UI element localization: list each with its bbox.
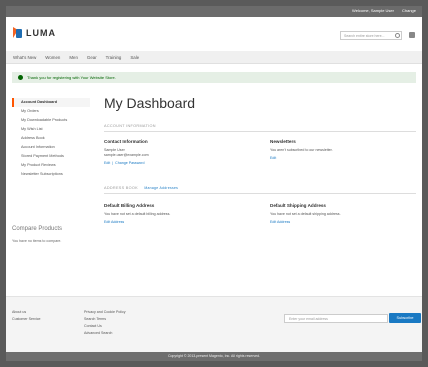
footer-link-about[interactable]: About us (12, 309, 41, 316)
subscribe-button[interactable]: Subscribe (389, 313, 421, 323)
footer-link-advanced-search[interactable]: Advanced Search (84, 330, 126, 337)
footer-col-2: Privacy and Cookie Policy Search Terms C… (84, 309, 126, 337)
account-sidebar: Account Dashboard My Orders My Downloada… (12, 98, 90, 179)
nav-item-men[interactable]: Men (69, 55, 78, 60)
newsletters-edit-link[interactable]: Edit (270, 156, 276, 160)
nav-item-gear[interactable]: Gear (87, 55, 97, 60)
manage-addresses-link[interactable]: Manage Addresses (144, 186, 178, 190)
account-info-heading: Account Information (104, 124, 416, 132)
footer-link-customer-service[interactable]: Customer Service (12, 316, 41, 323)
shipping-edit-address-link[interactable]: Edit Address (270, 220, 290, 224)
main-nav: What's New Women Men Gear Training Sale (6, 51, 422, 64)
change-password-link[interactable]: Change Password (115, 161, 144, 165)
edit-contact-link[interactable]: Edit (104, 161, 110, 165)
footer-link-privacy[interactable]: Privacy and Cookie Policy (84, 309, 126, 316)
sidebar-item-account-information[interactable]: Account Information (12, 143, 90, 152)
header: LUMA Search entire store here... (6, 17, 422, 51)
billing-edit-address-link[interactable]: Edit Address (104, 220, 124, 224)
billing-address-title: Default Billing Address (104, 203, 155, 208)
newsletter-email-input[interactable]: Enter your email address (284, 314, 388, 323)
sidebar-item-payment-methods[interactable]: Stored Payment Methods (12, 152, 90, 161)
success-message: Thank you for registering with Your Webs… (12, 72, 416, 83)
nav-item-sale[interactable]: Sale (130, 55, 139, 60)
cart-icon[interactable] (409, 32, 415, 38)
search-input[interactable]: Search entire store here... (340, 31, 402, 40)
copyright-bar: Copyright © 2013-present Magento, Inc. A… (6, 352, 422, 361)
contact-edit-links: Edit | Change Password (104, 161, 145, 165)
contact-email: sample.user@example.com (104, 153, 149, 157)
footer-link-search-terms[interactable]: Search Terms (84, 316, 126, 323)
footer: About us Customer Service Privacy and Co… (6, 296, 422, 352)
shipping-address-text: You have not set a default shipping addr… (270, 212, 341, 216)
sidebar-item-account-dashboard[interactable]: Account Dashboard (12, 98, 90, 107)
contact-info-details: Sample User sample.user@example.com (104, 148, 149, 158)
newsletters-text: You aren't subscribed to our newsletter. (270, 148, 333, 152)
sidebar-item-my-orders[interactable]: My Orders (12, 107, 90, 116)
sidebar-item-newsletter[interactable]: Newsletter Subscriptions (12, 170, 90, 179)
sidebar-item-downloadable-products[interactable]: My Downloadable Products (12, 116, 90, 125)
success-text: Thank you for registering with Your Webs… (27, 75, 116, 80)
sidebar-item-wish-list[interactable]: My Wish List (12, 125, 90, 134)
top-links: Welcome, Sample User Change (352, 8, 416, 13)
billing-address-text: You have not set a default billing addre… (104, 212, 171, 216)
page-title: My Dashboard (104, 95, 196, 111)
account-info-heading-text: Account Information (104, 124, 156, 128)
sidebar-item-product-reviews[interactable]: My Product Reviews (12, 161, 90, 170)
sidebar-item-address-book[interactable]: Address Book (12, 134, 90, 143)
footer-link-contact[interactable]: Contact Us (84, 323, 126, 330)
address-book-heading-text: Address Book (104, 186, 138, 190)
search-icon[interactable] (395, 33, 400, 38)
nav-item-women[interactable]: Women (45, 55, 60, 60)
welcome-text: Welcome, Sample User (352, 8, 394, 13)
compare-products-title: Compare Products (12, 226, 63, 232)
contact-info-title: Contact Information (104, 139, 148, 144)
shipping-address-title: Default Shipping Address (270, 203, 326, 208)
compare-products-text: You have no items to compare. (12, 239, 62, 243)
logo[interactable]: LUMA (13, 27, 56, 38)
top-bar: Welcome, Sample User Change (6, 6, 422, 17)
nav-item-whats-new[interactable]: What's New (13, 55, 36, 60)
footer-col-1: About us Customer Service (12, 309, 41, 323)
browser-page: Welcome, Sample User Change LUMA Search … (6, 6, 422, 361)
address-book-heading: Address Book Manage Addresses (104, 186, 416, 194)
change-link[interactable]: Change (402, 8, 416, 13)
success-icon (18, 75, 23, 80)
luma-logo-icon (13, 27, 23, 38)
newsletters-title: Newsletters (270, 139, 296, 144)
logo-text: LUMA (26, 27, 56, 38)
nav-item-training[interactable]: Training (106, 55, 122, 60)
